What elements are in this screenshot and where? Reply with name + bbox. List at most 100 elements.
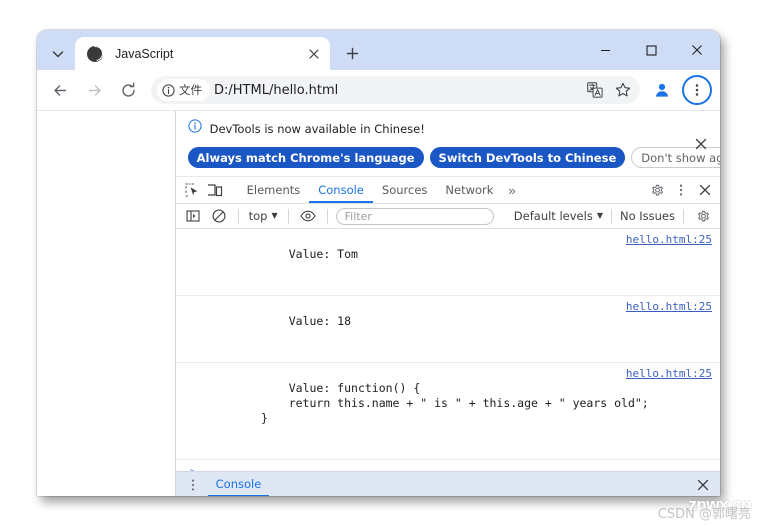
devtools-more-options-icon[interactable] [670,179,692,201]
window-maximize-button[interactable] [628,30,674,70]
devtools-tab-elements[interactable]: Elements [238,177,310,203]
devtools-close-icon[interactable] [694,179,716,201]
responsive-device-icon [207,183,222,196]
chevron-down-icon [52,51,64,58]
close-icon [309,48,319,59]
toolbar-divider [326,208,328,224]
address-bar[interactable]: 文件 D:/HTML/hello.html [151,76,640,104]
devtools-drawer: Console [175,471,720,496]
window-minimize-button[interactable] [582,30,628,70]
arrow-left-icon [53,84,66,96]
close-icon [697,479,709,490]
device-toolbar-icon[interactable] [204,179,226,201]
switch-devtools-language-button[interactable]: Switch DevTools to Chinese [429,147,626,168]
console-message-source-link[interactable]: hello.html:25 [626,366,712,381]
gear-icon [697,210,709,222]
notification-text: DevTools is now available in Chinese! [209,121,425,136]
globe-icon [87,45,103,62]
console-input-prompt[interactable]: > [176,460,720,471]
console-levels-label: Default levels [513,209,593,224]
omnibox-actions [582,77,636,103]
plus-icon [346,47,358,59]
console-sidebar-toggle-icon[interactable] [182,205,204,227]
toolbar-divider [237,208,239,224]
notification-message-row: DevTools is now available in Chinese! [188,119,710,138]
profile-avatar[interactable] [648,76,676,104]
devtools-tabbar: Elements Console Sources Network » [175,177,720,204]
devtools-tab-sources[interactable]: Sources [373,177,437,203]
console-message: Value: 18 hello.html:25 [175,296,720,364]
three-dots-vertical-icon [695,84,699,96]
close-icon [692,45,702,55]
new-tab-button[interactable] [338,39,366,67]
sidebar-panel-icon [186,210,200,222]
browser-toolbar: 文件 D:/HTML/hello.html [37,70,720,110]
console-levels-selector[interactable]: Default levels ▼ [514,209,603,223]
back-button[interactable] [45,75,75,105]
chrome-menu-button[interactable] [682,75,712,105]
toolbar-divider [683,208,684,224]
reload-button[interactable] [113,75,143,105]
watermark: znwx.cn CSDN @郭曙亮 [657,495,752,522]
tab-title: JavaScript [115,46,174,61]
page-viewport [37,111,176,496]
notification-close-button[interactable] [690,133,712,155]
console-message-source-link[interactable]: hello.html:25 [626,299,712,314]
console-message-text: Value: 18 [288,314,352,329]
browser-content: DevTools is now available in Chinese! Al… [37,110,720,496]
console-output[interactable]: Value: Tom hello.html:25 Value: 18 hello… [175,229,720,471]
watermark-secondary: CSDN @郭曙亮 [657,507,751,522]
browser-tab[interactable]: JavaScript [75,37,330,70]
drawer-close-icon[interactable] [692,474,714,496]
bookmark-star-icon[interactable] [610,77,636,103]
translate-icon[interactable] [582,77,608,103]
console-toolbar: top ▼ Default levels ▼ [175,204,720,230]
console-settings-gear-icon[interactable] [692,205,714,227]
close-icon [699,184,711,196]
info-icon [162,83,175,97]
window-controls [582,30,720,70]
window-close-button[interactable] [674,30,720,70]
drawer-actions [692,474,714,496]
console-message: Value: Tom hello.html:25 [175,229,720,297]
minimize-icon [600,49,610,51]
live-expression-eye-icon[interactable] [297,205,319,227]
arrow-right-icon [88,84,101,96]
drawer-more-tools-icon[interactable] [182,474,204,496]
devtools-tab-console[interactable]: Console [309,177,373,203]
console-message-text: Value: function() { return this.name + "… [261,381,649,426]
chevron-down-icon: ▼ [596,211,603,221]
devtools-tab-network[interactable]: Network [436,177,502,203]
watermark-primary: znwx.cn [688,495,751,514]
always-match-language-button[interactable]: Always match Chrome's language [187,147,424,168]
gear-icon [651,184,663,195]
devtools-tabbar-actions [646,179,716,201]
drawer-tab-console[interactable]: Console [207,472,270,496]
settings-gear-icon[interactable] [646,179,668,201]
chevron-down-icon: ▼ [271,211,278,221]
info-icon [188,119,202,138]
console-message-source-link[interactable]: hello.html:25 [626,232,712,247]
close-icon [695,138,707,149]
console-issues-label[interactable]: No Issues [620,209,675,223]
notification-buttons: Always match Chrome's language Switch De… [187,147,720,168]
url-text: D:/HTML/hello.html [214,82,339,98]
forward-button[interactable] [79,75,109,105]
console-context-selector[interactable]: top ▼ [247,209,280,223]
tab-search-button[interactable] [43,41,73,67]
maximize-icon [645,44,657,56]
clear-console-icon[interactable] [208,205,230,227]
devtools-more-tabs-icon[interactable]: » [502,183,521,198]
no-entry-icon [212,209,226,223]
console-filter-input[interactable] [335,207,494,225]
console-message-text: Value: Tom [288,247,358,262]
three-dots-vertical-icon [191,479,194,490]
inspect-element-icon[interactable] [182,179,204,201]
toolbar-divider [287,208,289,224]
reload-icon [121,82,135,97]
security-chip[interactable]: 文件 [157,79,210,101]
translate-glyph-icon [587,82,603,98]
browser-window: JavaScript 文件 D:/HTML/hello.html DevTool… [37,30,720,496]
tab-close-button[interactable] [304,44,324,64]
star-icon [615,82,631,97]
